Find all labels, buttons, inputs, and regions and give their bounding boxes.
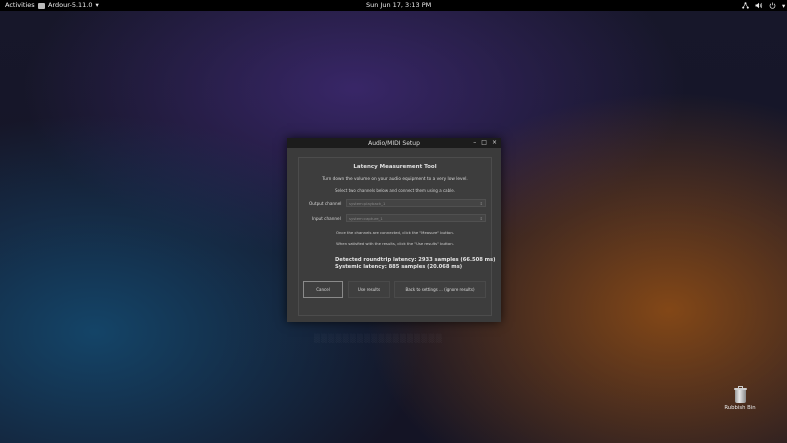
output-channel-label: Output channel	[309, 201, 342, 206]
chevron-down-icon: ▾	[782, 2, 786, 10]
input-channel-value: system:capture_1	[349, 216, 383, 221]
panel-heading: Latency Measurement Tool	[353, 164, 437, 170]
systemic-latency-result: Systemic latency: 885 samples (20.068 ms…	[335, 264, 463, 270]
app-icon	[38, 2, 45, 9]
clock[interactable]: Sun Jun 17, 3:13 PM	[366, 2, 431, 9]
use-results-button[interactable]: Use results	[348, 281, 390, 298]
instruction-connect: Select two channels below and connect th…	[334, 188, 456, 193]
dialog-title: Audio/MIDI Setup	[368, 139, 420, 147]
note-measure: Once the channels are connected, click t…	[335, 230, 454, 235]
trash-icon	[733, 386, 747, 403]
system-tray[interactable]: ▾	[742, 2, 785, 11]
app-menu-label: Ardour-5.11.0	[48, 1, 93, 9]
note-use-results: When satisfied with the results, click t…	[336, 241, 454, 246]
back-to-settings-button[interactable]: Back to settings ... (ignore results)	[394, 281, 486, 298]
latency-panel: Latency Measurement Tool Turn down the v…	[298, 157, 496, 316]
close-icon[interactable]: ×	[492, 139, 497, 146]
rubbish-bin[interactable]: Rubbish Bin	[723, 386, 757, 411]
output-channel-select[interactable]: system:playback_1 ⇕	[346, 199, 486, 207]
app-menu[interactable]: Ardour-5.11.0 ▾	[38, 2, 99, 9]
maximize-icon[interactable]: □	[481, 139, 487, 146]
instruction-volume: Turn down the volume on your audio equip…	[322, 177, 468, 182]
activities-button[interactable]: Activities	[5, 2, 35, 9]
chevron-down-icon: ▾	[95, 1, 99, 9]
background-reflection: ▒▒▒▒▒▒▒▒▒▒▒▒▒▒▒▒▒▒	[314, 334, 443, 343]
dialog-titlebar[interactable]: Audio/MIDI Setup – □ ×	[287, 138, 501, 148]
roundtrip-latency-result: Detected roundtrip latency: 2933 samples…	[335, 257, 496, 263]
rubbish-bin-label: Rubbish Bin	[724, 405, 756, 411]
power-icon	[769, 2, 776, 11]
volume-icon	[755, 2, 763, 11]
chevron-updown-icon: ⇕	[479, 216, 483, 221]
network-icon	[742, 2, 749, 11]
input-channel-label: Input channel	[312, 216, 341, 221]
input-channel-select[interactable]: system:capture_1 ⇕	[346, 214, 486, 222]
top-bar: Activities Ardour-5.11.0 ▾ Sun Jun 17, 3…	[0, 0, 787, 11]
audio-midi-setup-dialog: Audio/MIDI Setup – □ × Latency Measureme…	[287, 138, 501, 322]
output-channel-value: system:playback_1	[349, 201, 386, 206]
cancel-button[interactable]: Cancel	[303, 281, 343, 298]
minimize-icon[interactable]: –	[473, 139, 476, 146]
chevron-updown-icon: ⇕	[479, 201, 483, 206]
